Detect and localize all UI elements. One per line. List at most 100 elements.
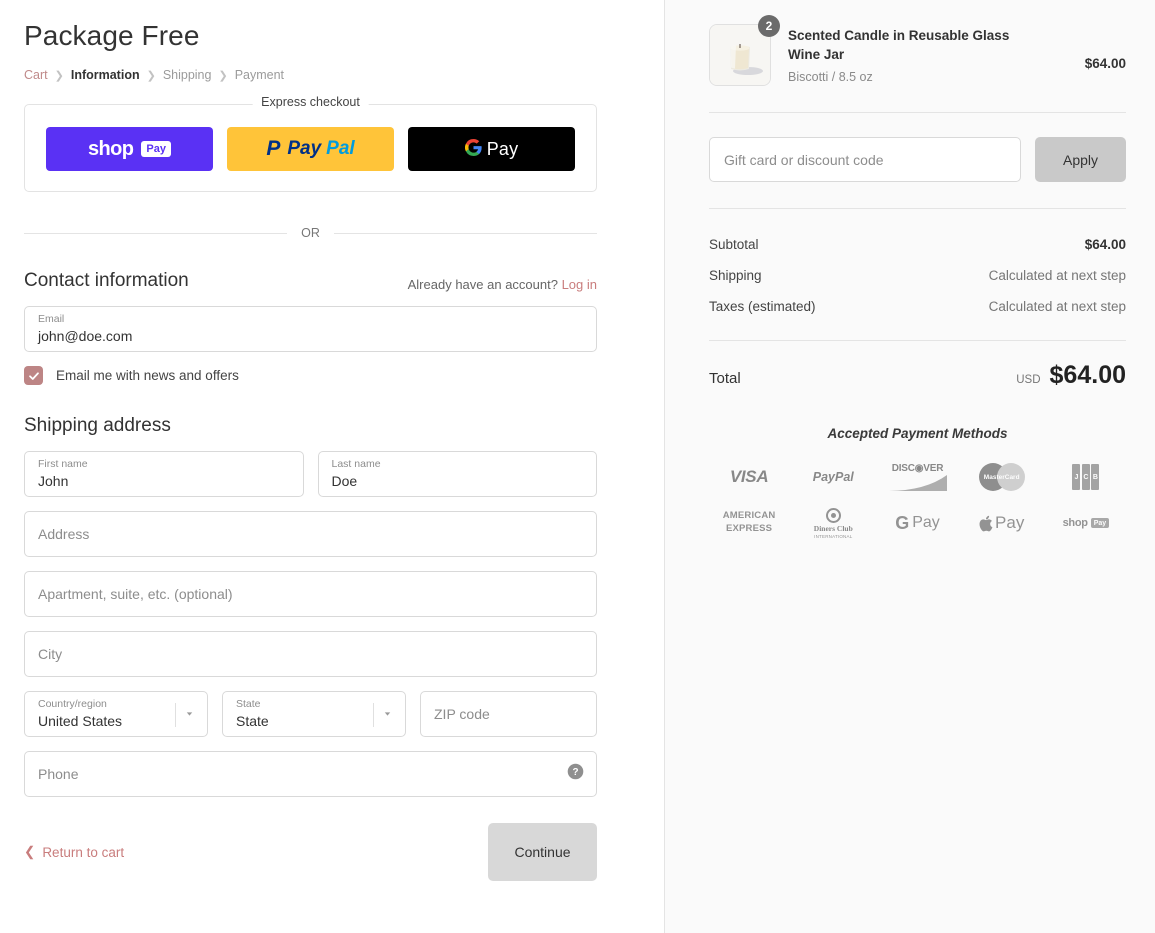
mastercard-wordmark: MasterCard — [983, 473, 1020, 481]
visa-icon: VISA — [712, 455, 786, 499]
divider — [709, 208, 1126, 209]
apartment-field[interactable]: Apartment, suite, etc. (optional) — [24, 571, 597, 617]
shop-pay-badge: Pay — [1090, 518, 1110, 528]
shipping-address-title: Shipping address — [24, 415, 171, 436]
google-g-mark: G — [895, 512, 910, 533]
city-field[interactable]: City — [24, 631, 597, 677]
shipping-address-header: Shipping address — [24, 415, 597, 437]
google-pay-label: Pay — [486, 138, 519, 159]
country-select-label: Country/region — [38, 698, 107, 710]
discount-code-input[interactable]: Gift card or discount code — [709, 137, 1021, 182]
grand-total-amount: USD $64.00 — [1016, 361, 1126, 390]
chevron-down-icon[interactable] — [183, 708, 196, 721]
google-pay-icon: G Pay — [880, 501, 954, 545]
mastercard-icon: MasterCard — [965, 455, 1039, 499]
divider — [709, 112, 1126, 113]
account-prompt-text: Already have an account? — [407, 277, 558, 292]
jcb-icon: JCB — [1049, 455, 1123, 499]
breadcrumb-item-cart[interactable]: Cart — [24, 68, 48, 82]
shop-pay-wordmark: shop — [88, 137, 134, 160]
breadcrumb: Cart ❯ Information ❯ Shipping ❯ Payment — [24, 68, 597, 82]
address-field[interactable]: Address — [24, 511, 597, 557]
amex-line-1: AMERICAN — [722, 510, 776, 522]
newsletter-checkbox-row[interactable]: Email me with news and offers — [24, 366, 597, 385]
svg-text:?: ? — [572, 767, 578, 778]
discount-row: Gift card or discount code Apply — [709, 137, 1126, 182]
state-select-value: State — [236, 712, 269, 729]
or-label: OR — [301, 226, 320, 240]
discover-wordmark: DISC◉VER — [891, 463, 944, 474]
product-thumbnail-wrapper: 2 — [709, 15, 780, 86]
account-prompt: Already have an account? Log in — [408, 277, 597, 292]
subtotal-label: Subtotal — [709, 237, 759, 252]
quantity-badge: 2 — [758, 15, 780, 37]
last-name-field[interactable]: Last name Doe — [317, 451, 597, 497]
diners-line-1: Diners Club — [813, 523, 853, 533]
line-item-title: Scented Candle in Reusable Glass Wine Ja… — [788, 28, 1010, 63]
divider-line-right — [333, 232, 597, 234]
apartment-placeholder: Apartment, suite, etc. (optional) — [38, 586, 233, 602]
contact-information-title: Contact information — [24, 270, 189, 291]
checkout-main-column: Package Free Cart ❯ Information ❯ Shippi… — [0, 0, 664, 933]
paypal-logo-icon: P — [266, 137, 281, 160]
login-link[interactable]: Log in — [562, 277, 597, 292]
visa-wordmark: VISA — [729, 467, 769, 486]
totals-row-subtotal: Subtotal $64.00 — [709, 237, 1126, 252]
american-express-icon: AMERICAN EXPRESS — [712, 501, 786, 545]
line-item-info: Scented Candle in Reusable Glass Wine Ja… — [788, 24, 1068, 84]
shipping-label: Shipping — [709, 268, 762, 283]
grand-total-label: Total — [709, 370, 741, 387]
order-summary-sidebar: 2 Scented Candle in Reusable Glass Wine … — [664, 0, 1155, 933]
zip-field[interactable]: ZIP code — [420, 691, 597, 737]
apple-pay-icon: Pay — [965, 501, 1039, 545]
breadcrumb-item-shipping: Shipping — [162, 68, 212, 82]
apply-discount-button[interactable]: Apply — [1035, 137, 1126, 182]
google-logo-icon — [464, 139, 482, 159]
newsletter-checkbox[interactable] — [24, 366, 43, 385]
diners-club-icon: Diners Club INTERNATIONAL — [796, 501, 870, 545]
shop-pay-badge: Pay — [141, 140, 171, 158]
discover-swoosh — [887, 475, 948, 491]
google-pay-wordmark: Pay — [912, 514, 940, 531]
first-name-label: First name — [38, 458, 88, 470]
subtotal-value: $64.00 — [1084, 237, 1126, 252]
chevron-right-icon: ❯ — [218, 69, 228, 82]
first-name-field[interactable]: First name John — [24, 451, 304, 497]
apple-pay-wordmark: Pay — [995, 513, 1025, 532]
state-select[interactable]: State State — [222, 691, 406, 737]
select-divider — [175, 703, 176, 727]
check-icon — [28, 371, 39, 380]
email-field-value: john@doe.com — [38, 327, 133, 344]
divider — [709, 340, 1126, 341]
order-line-item: 2 Scented Candle in Reusable Glass Wine … — [709, 15, 1126, 86]
express-checkout-section: Express checkout shop Pay P Pay Pal Pay — [24, 95, 597, 192]
paypal-button[interactable]: P Pay Pal — [227, 127, 394, 171]
checkout-page: Package Free Cart ❯ Information ❯ Shippi… — [0, 0, 1155, 933]
help-icon[interactable]: ? — [567, 763, 584, 785]
chevron-down-icon[interactable] — [381, 708, 394, 721]
return-to-cart-link[interactable]: ❮ Return to cart — [24, 844, 124, 860]
select-divider — [373, 703, 374, 727]
email-field[interactable]: Email john@doe.com — [24, 306, 597, 352]
breadcrumb-item-payment: Payment — [234, 68, 285, 82]
phone-field[interactable]: Phone ? — [24, 751, 597, 797]
paypal-icon: PayPal — [796, 455, 870, 499]
chevron-right-icon: ❯ — [54, 69, 64, 82]
continue-button[interactable]: Continue — [488, 823, 597, 881]
breadcrumb-item-information[interactable]: Information — [71, 68, 140, 82]
shop-pay-button[interactable]: shop Pay — [46, 127, 213, 171]
page-title: Package Free — [24, 20, 200, 51]
city-placeholder: City — [38, 646, 63, 662]
phone-placeholder: Phone — [38, 766, 79, 782]
email-field-label: Email — [38, 313, 65, 325]
google-pay-button[interactable]: Pay — [408, 127, 575, 171]
first-name-value: John — [38, 472, 69, 489]
state-select-label: State — [236, 698, 261, 710]
payment-methods-title: Accepted Payment Methods — [827, 426, 1008, 441]
totals-row-taxes: Taxes (estimated) Calculated at next ste… — [709, 299, 1126, 314]
shop-pay-wordmark: shop — [1062, 517, 1088, 529]
country-select[interactable]: Country/region United States — [24, 691, 208, 737]
express-checkout-legend: Express checkout — [252, 95, 369, 109]
paypal-wordmark-pay: Pay — [287, 138, 322, 159]
name-row: First name John Last name Doe — [24, 437, 597, 497]
